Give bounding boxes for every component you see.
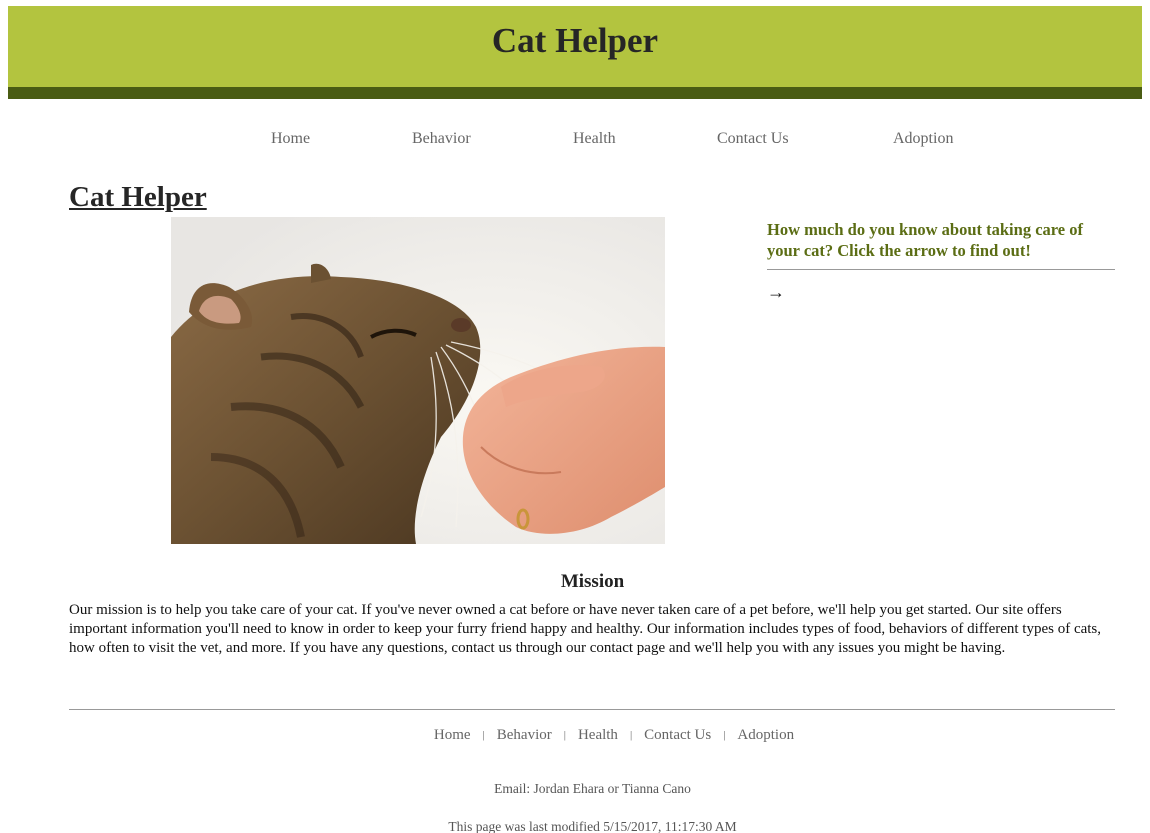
nav-behavior[interactable]: Behavior [412, 130, 471, 148]
nav-home[interactable]: Home [271, 130, 310, 148]
header-accent-bar [8, 87, 1142, 99]
main-nav: Home Behavior Health Contact Us Adoption [0, 130, 1150, 152]
footer-separator: | [629, 729, 633, 741]
nav-health[interactable]: Health [573, 130, 616, 148]
footer-link-home[interactable]: Home [434, 727, 471, 743]
footer-link-health[interactable]: Health [578, 727, 618, 743]
footer-separator: | [482, 729, 485, 741]
footer-separator: | [563, 729, 566, 741]
page-heading: Cat Helper [69, 181, 207, 213]
footer-nav: Home | Behavior | Health | Contact Us | Adoption [0, 727, 1150, 744]
cat-photo [171, 217, 665, 544]
mission-heading: Mission [560, 571, 625, 592]
quiz-arrow-icon[interactable]: → [767, 282, 785, 303]
site-header: Cat Helper [8, 6, 1142, 87]
footer-email: Email: Jordan Ehara or Tianna Cano [494, 781, 691, 796]
footer-link-contact-us[interactable]: Contact Us [644, 727, 711, 743]
footer-divider [69, 709, 1115, 710]
site-title: Cat Helper [491, 20, 659, 60]
quiz-prompt: How much do you know about taking care o… [767, 220, 1083, 260]
footer-link-behavior[interactable]: Behavior [497, 727, 552, 743]
last-modified: This page was last modified 5/15/2017, 1… [448, 819, 737, 833]
cat-photo-illustration [171, 217, 665, 544]
footer-link-adoption[interactable]: Adoption [737, 727, 794, 743]
nav-contact-us[interactable]: Contact Us [717, 130, 789, 148]
mission-paragraph: Our mission is to help you take care of … [69, 602, 1102, 656]
aside-divider [767, 269, 1115, 270]
footer-separator: | [723, 729, 726, 741]
nav-adoption[interactable]: Adoption [893, 130, 953, 148]
